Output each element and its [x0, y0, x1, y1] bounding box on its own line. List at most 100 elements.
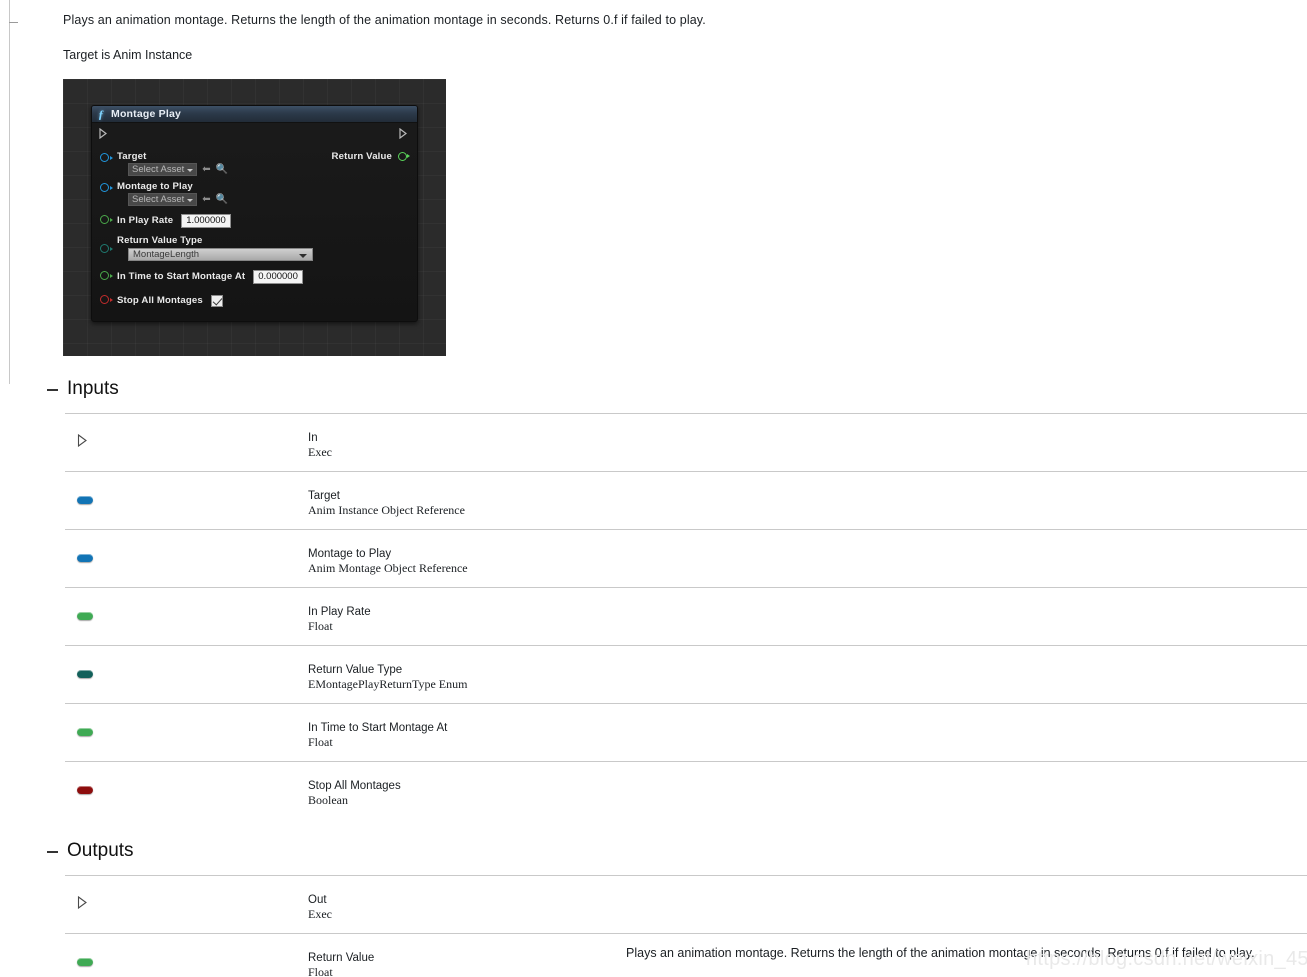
- chevron-down-icon: [187, 199, 194, 202]
- node-pin-montage-to-play[interactable]: Montage to Play Select Asset ⬅ 🔍: [92, 181, 417, 206]
- row-name: Out: [308, 894, 327, 906]
- table-row: Out Exec: [65, 875, 1307, 933]
- row-name: Montage to Play: [308, 548, 392, 560]
- inputs-row-list: In Exec Target Anim Instance Object Refe…: [0, 413, 1307, 819]
- left-gutter-rule: [9, 0, 18, 384]
- return-value-type-dropdown[interactable]: MontageLength: [128, 248, 313, 261]
- montage-play-node[interactable]: ƒ Montage Play Return Value Target Selec…: [91, 105, 418, 322]
- return-value-type-value: MontageLength: [133, 249, 200, 260]
- node-pin-label-montage-to-play: Montage to Play: [117, 181, 193, 192]
- row-type: Float: [308, 619, 333, 633]
- table-row: Target Anim Instance Object Reference: [65, 471, 1307, 529]
- node-pin-in-time-to-start[interactable]: In Time to Start Montage At 0.000000: [92, 268, 417, 285]
- exec-pin-icon-in[interactable]: [99, 128, 108, 139]
- row-name: Stop All Montages: [308, 780, 401, 792]
- pin-pill-icon: [77, 728, 93, 736]
- row-type: EMontagePlayReturnType Enum: [308, 677, 468, 691]
- row-name: Return Value: [308, 952, 375, 964]
- pin-dot-icon-in-play-rate[interactable]: [100, 215, 113, 224]
- row-text: Out Exec: [308, 893, 332, 921]
- node-output-label: Return Value: [331, 151, 392, 162]
- watermark-text: https://blog.csdn.net/weixin_45389639: [1026, 948, 1307, 970]
- minus-icon[interactable]: [47, 389, 58, 391]
- pin-dot-icon-stop-all-montages[interactable]: [100, 295, 113, 304]
- section-header-outputs[interactable]: Outputs: [0, 840, 1307, 862]
- node-pin-return-value-type[interactable]: Return Value Type MontageLength: [92, 235, 417, 261]
- section-title-inputs: Inputs: [67, 378, 119, 399]
- use-selected-asset-icon[interactable]: ⬅: [202, 164, 210, 175]
- page-description: Plays an animation montage. Returns the …: [63, 13, 706, 27]
- browse-asset-icon[interactable]: 🔍: [216, 164, 228, 175]
- row-text: In Play Rate Float: [308, 605, 371, 633]
- use-selected-asset-icon[interactable]: ⬅: [202, 194, 210, 205]
- row-type: Anim Montage Object Reference: [308, 561, 468, 575]
- row-name: Target: [308, 490, 340, 502]
- exec-pin-icon: [77, 895, 88, 910]
- row-text: In Exec: [308, 431, 332, 459]
- in-play-rate-input[interactable]: 1.000000: [181, 213, 231, 228]
- row-name: Return Value Type: [308, 664, 403, 676]
- row-text: Return Value Type EMontagePlayReturnType…: [308, 663, 467, 691]
- pin-pill-icon: [77, 670, 93, 678]
- asset-select-montage-to-play[interactable]: Select Asset: [128, 193, 198, 206]
- gutter-tick: [9, 22, 18, 23]
- pin-pill-icon: [77, 496, 93, 504]
- chevron-down-icon: [187, 169, 194, 172]
- table-row: Return Value Type EMontagePlayReturnType…: [65, 645, 1307, 703]
- node-pin-target[interactable]: Return Value Target Select Asset ⬅ 🔍: [92, 151, 417, 176]
- pin-dot-icon-montage-to-play[interactable]: [100, 183, 113, 192]
- section-title-outputs: Outputs: [67, 840, 134, 861]
- page-root: Plays an animation montage. Returns the …: [0, 0, 1307, 977]
- in-time-to-start-input[interactable]: 0.000000: [253, 269, 303, 284]
- browse-asset-icon[interactable]: 🔍: [216, 194, 228, 205]
- row-type: Anim Instance Object Reference: [308, 503, 465, 517]
- node-pin-label-in-play-rate: In Play Rate: [117, 215, 174, 226]
- section-inputs: Inputs In Exec Target Anim Instance Obje…: [0, 378, 1307, 819]
- pin-dot-icon-in-time-to-start[interactable]: [100, 271, 113, 280]
- node-pin-label-stop-all-montages: Stop All Montages: [117, 295, 203, 306]
- asset-picker-montage-to-play[interactable]: Select Asset ⬅ 🔍: [128, 193, 407, 206]
- node-pin-label-in-time-to-start: In Time to Start Montage At: [117, 271, 246, 282]
- table-row: Montage to Play Anim Montage Object Refe…: [65, 529, 1307, 587]
- row-name: In: [308, 432, 318, 444]
- row-text: Return Value Float: [308, 951, 374, 977]
- pin-pill-icon: [77, 958, 93, 966]
- node-title-text: Montage Play: [111, 108, 182, 120]
- pin-dot-icon-return-value[interactable]: [398, 152, 410, 161]
- row-name: In Play Rate: [308, 606, 371, 618]
- row-name: In Time to Start Montage At: [308, 722, 448, 734]
- function-f-icon: ƒ: [98, 106, 104, 121]
- row-text: Stop All Montages Boolean: [308, 779, 401, 807]
- row-type: Exec: [308, 907, 332, 921]
- row-text: Target Anim Instance Object Reference: [308, 489, 465, 517]
- asset-select-target[interactable]: Select Asset: [128, 163, 198, 176]
- table-row: In Exec: [65, 413, 1307, 471]
- pin-pill-icon: [77, 786, 93, 794]
- stop-all-montages-checkbox[interactable]: [210, 294, 223, 307]
- table-row: Stop All Montages Boolean: [65, 761, 1307, 819]
- target-is-label: Target is Anim Instance: [63, 48, 193, 62]
- pin-dot-icon-target[interactable]: [100, 153, 113, 162]
- node-pin-stop-all-montages[interactable]: Stop All Montages: [92, 292, 417, 309]
- pin-dot-icon-return-value-type[interactable]: [100, 244, 113, 253]
- row-type: Float: [308, 735, 333, 749]
- row-text: In Time to Start Montage At Float: [308, 721, 447, 749]
- row-type: Boolean: [308, 793, 348, 807]
- blueprint-node-canvas: ƒ Montage Play Return Value Target Selec…: [63, 79, 446, 356]
- row-type: Exec: [308, 445, 332, 459]
- node-exec-row: [92, 123, 417, 145]
- table-row: In Play Rate Float: [65, 587, 1307, 645]
- table-row: In Time to Start Montage At Float: [65, 703, 1307, 761]
- pin-pill-icon: [77, 612, 93, 620]
- asset-select-target-value: Select Asset: [132, 164, 185, 175]
- node-output-return-value[interactable]: Return Value: [331, 151, 410, 162]
- row-text: Montage to Play Anim Montage Object Refe…: [308, 547, 468, 575]
- exec-pin-icon: [77, 433, 88, 448]
- minus-icon[interactable]: [47, 851, 58, 853]
- node-pin-label-return-value-type: Return Value Type: [117, 235, 203, 246]
- exec-pin-icon-out[interactable]: [399, 128, 408, 139]
- asset-select-montage-value: Select Asset: [132, 194, 185, 205]
- node-pin-in-play-rate[interactable]: In Play Rate 1.000000: [92, 212, 417, 229]
- asset-picker-target[interactable]: Select Asset ⬅ 🔍: [128, 163, 407, 176]
- section-header-inputs[interactable]: Inputs: [0, 378, 1307, 400]
